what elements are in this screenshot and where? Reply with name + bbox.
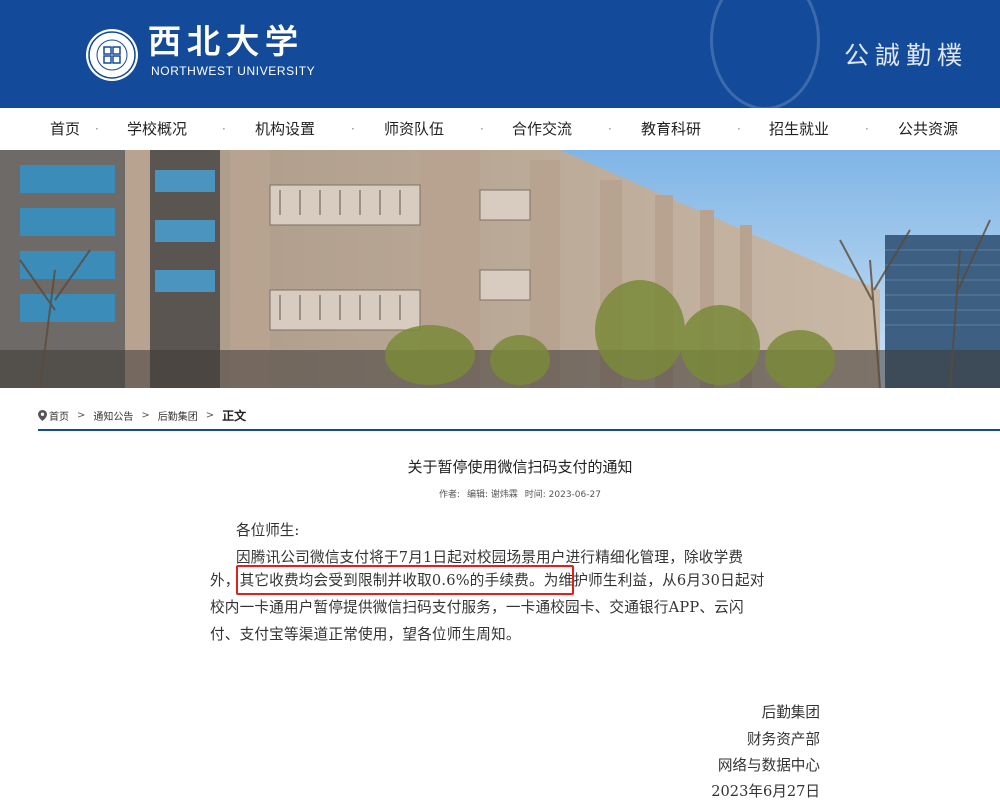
article-line: 校内一卡通用户暂停提供微信扫码支付服务，一卡通校园卡、交通银行APP、云闪 — [210, 599, 744, 616]
nav-separator: · — [737, 122, 741, 136]
breadcrumb-logistics[interactable]: 后勤集团 — [158, 408, 198, 423]
article-author-label: 作者: — [439, 490, 461, 500]
location-pin-icon — [38, 409, 47, 421]
nav-separator: · — [480, 122, 484, 136]
site-header: 西北大学 NORTHWEST UNIVERSITY 公誠勤樸 — [0, 0, 1000, 108]
signature-org-logistics: 后勤集团 — [761, 704, 820, 721]
main-nav: 首页 · 学校概况 · 机构设置 · 师资队伍 · 合作交流 · 教育科研 · … — [0, 108, 1000, 150]
article-title: 关于暂停使用微信扫码支付的通知 — [407, 458, 633, 476]
article-meta: 作者: 编辑: 谢炜霖 时间: 2023-06-27 — [0, 487, 1000, 500]
article-editor: 编辑: 谢炜霖 — [466, 490, 518, 500]
nav-item-home[interactable]: 首页 — [50, 108, 80, 150]
nav-item-about[interactable]: 学校概况 — [127, 108, 187, 150]
university-motto: 公誠勤樸 — [843, 41, 968, 70]
breadcrumb-notices[interactable]: 通知公告 — [93, 408, 133, 423]
seal-watermark — [710, 0, 820, 108]
nav-separator: · — [95, 122, 99, 136]
nav-item-admissions[interactable]: 招生就业 — [769, 108, 829, 150]
nav-item-research[interactable]: 教育科研 — [641, 108, 701, 150]
campus-building-illustration — [0, 150, 1000, 388]
red-highlight-box — [236, 565, 574, 595]
breadcrumb-home[interactable]: 首页 — [49, 408, 69, 423]
campus-banner-image — [0, 150, 1000, 388]
breadcrumb-separator: > — [205, 409, 215, 421]
breadcrumb-separator: > — [141, 409, 150, 421]
nav-item-faculty[interactable]: 师资队伍 — [384, 108, 444, 150]
nav-separator: · — [351, 122, 355, 136]
article-time: 时间: 2023-06-27 — [524, 490, 601, 500]
breadcrumb: 首页 > 通知公告 > 后勤集团 > 正文 — [38, 406, 246, 424]
nav-item-resources[interactable]: 公共资源 — [898, 108, 958, 150]
university-name-en[interactable]: NORTHWEST UNIVERSITY — [151, 64, 315, 78]
university-name-cn[interactable]: 西北大学 — [148, 22, 304, 62]
university-seal-icon[interactable] — [85, 28, 139, 82]
breadcrumb-divider — [38, 429, 1000, 431]
breadcrumb-current: 正文 — [222, 408, 247, 423]
nav-item-cooperation[interactable]: 合作交流 — [512, 108, 572, 150]
nav-separator: · — [608, 122, 612, 136]
signature-date: 2023年6月27日 — [711, 783, 820, 800]
breadcrumb-separator: > — [77, 409, 86, 421]
nav-item-departments[interactable]: 机构设置 — [255, 108, 315, 150]
nav-separator: · — [222, 122, 226, 136]
signature-org-network: 网络与数据中心 — [717, 757, 820, 774]
nav-separator: · — [865, 122, 869, 136]
signature-org-finance: 财务资产部 — [747, 731, 820, 748]
article-greeting: 各位师生: — [236, 522, 300, 539]
article-line: 付、支付宝等渠道正常使用，望各位师生周知。 — [210, 626, 521, 643]
